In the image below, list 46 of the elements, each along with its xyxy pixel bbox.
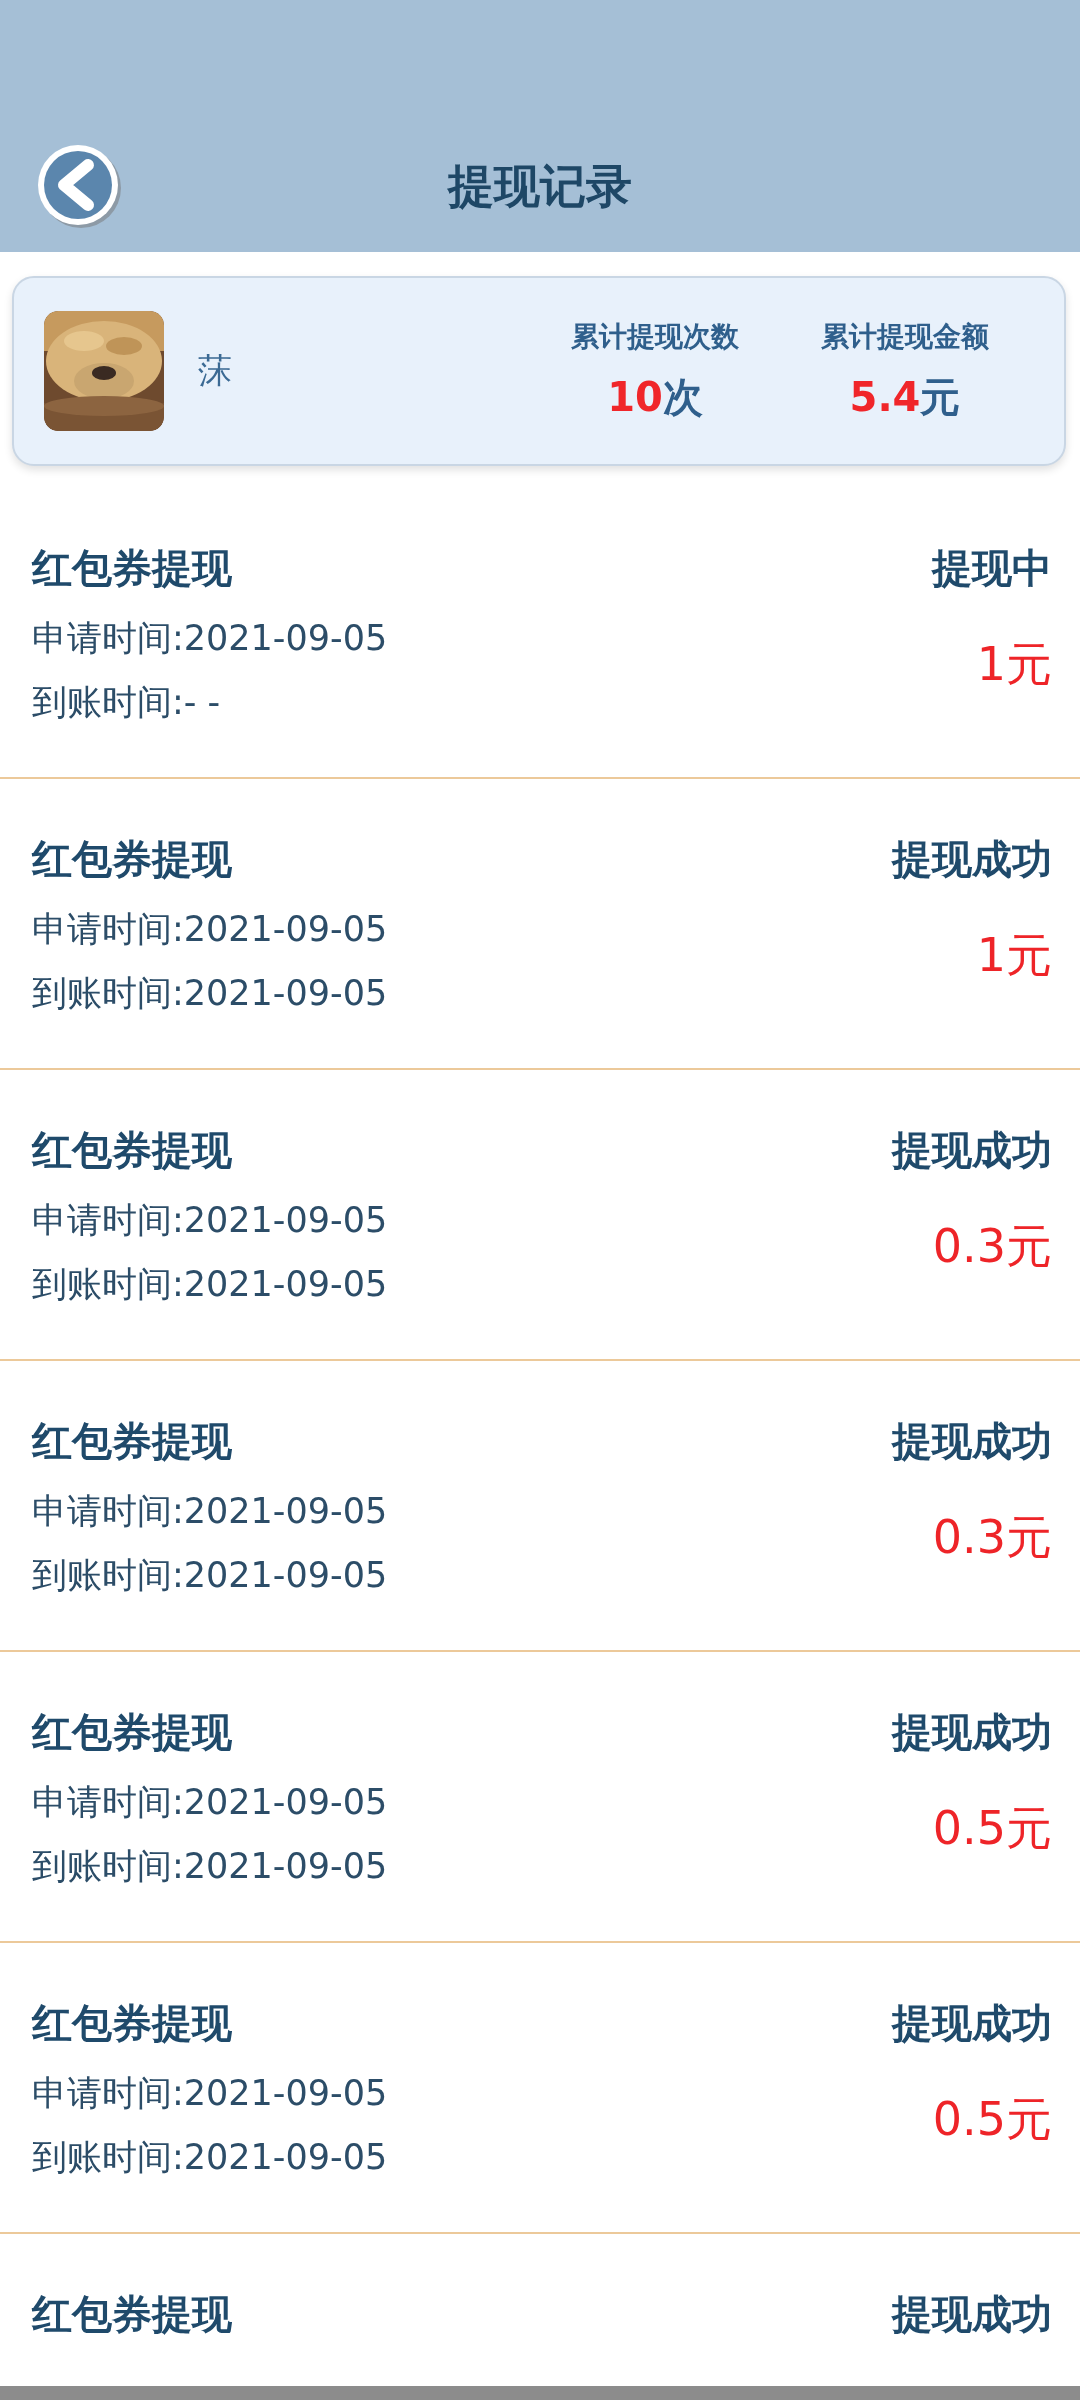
record-title: 红包券提现: [32, 544, 233, 592]
record-amount: 1元: [976, 927, 1052, 983]
arrival-time: 到账时间:2021-09-05: [32, 2136, 389, 2179]
record-status: 提现成功: [892, 2290, 1052, 2338]
record-status: 提现成功: [892, 1999, 1052, 2047]
record-title: 红包券提现: [32, 1126, 233, 1174]
apply-time: 申请时间:2021-09-05: [32, 1490, 389, 1533]
user-name: 莯: [198, 349, 233, 392]
arrival-time: 到账时间:2021-09-05: [32, 1554, 389, 1597]
page-title: 提现记录: [448, 158, 632, 215]
record-row[interactable]: 红包券提现 申请时间:2021-09-05 到账时间:2021-09-05 提现成功 0.5元: [0, 1943, 1080, 2234]
apply-time: 申请时间:2021-09-05: [32, 1199, 389, 1242]
record-amount: 1元: [976, 636, 1052, 692]
record-title: 红包券提现: [32, 1417, 233, 1465]
record-status: 提现成功: [892, 1126, 1052, 1174]
record-amount: 0.5元: [932, 1800, 1052, 1856]
apply-time: 申请时间:2021-09-05: [32, 908, 389, 951]
record-title: 红包券提现: [32, 835, 233, 883]
stat-label: 累计提现金额: [821, 318, 989, 355]
record-status: 提现成功: [892, 835, 1052, 883]
record-amount: 0.3元: [932, 1509, 1052, 1565]
record-title: 红包券提现: [32, 2290, 233, 2338]
stat-label: 累计提现次数: [571, 318, 739, 355]
arrival-time: 到账时间:2021-09-05: [32, 1845, 389, 1888]
record-row[interactable]: 红包券提现 申请时间:2021-09-05 到账时间:2021-09-05 提现成功 0.3元: [0, 1070, 1080, 1361]
apply-time: 申请时间:2021-09-05: [32, 2072, 389, 2115]
arrival-time: 到账时间:2021-09-05: [32, 1263, 389, 1306]
record-title: 红包券提现: [32, 1999, 233, 2047]
record-row[interactable]: 红包券提现 提现成功: [0, 2234, 1080, 2362]
record-amount: 0.3元: [932, 1218, 1052, 1274]
record-status: 提现中: [932, 544, 1052, 592]
apply-time: 申请时间:2021-09-05: [32, 617, 389, 660]
record-title: 红包券提现: [32, 1708, 233, 1756]
record-status: 提现成功: [892, 1417, 1052, 1465]
stat-value: 10次: [607, 372, 703, 422]
apply-time: 申请时间:2021-09-05: [32, 1781, 389, 1824]
arrival-time: 到账时间:- -: [32, 681, 222, 724]
record-row[interactable]: 红包券提现 申请时间:2021-09-05 到账时间:2021-09-05 提现成功 0.3元: [0, 1361, 1080, 1652]
record-amount: 0.5元: [932, 2091, 1052, 2147]
back-icon[interactable]: [36, 143, 124, 231]
record-status: 提现成功: [892, 1708, 1052, 1756]
record-row[interactable]: 红包券提现 申请时间:2021-09-05 到账时间:2021-09-05 提现成功 0.5元: [0, 1652, 1080, 1943]
record-row[interactable]: 红包券提现 申请时间:2021-09-05 到账时间:2021-09-05 提现成功 1元: [0, 779, 1080, 1070]
record-row[interactable]: 红包券提现 申请时间:2021-09-05 到账时间:- - 提现中 1元: [0, 466, 1080, 779]
arrival-time: 到账时间:2021-09-05: [32, 972, 389, 1015]
stat-value: 5.4元: [849, 372, 961, 422]
